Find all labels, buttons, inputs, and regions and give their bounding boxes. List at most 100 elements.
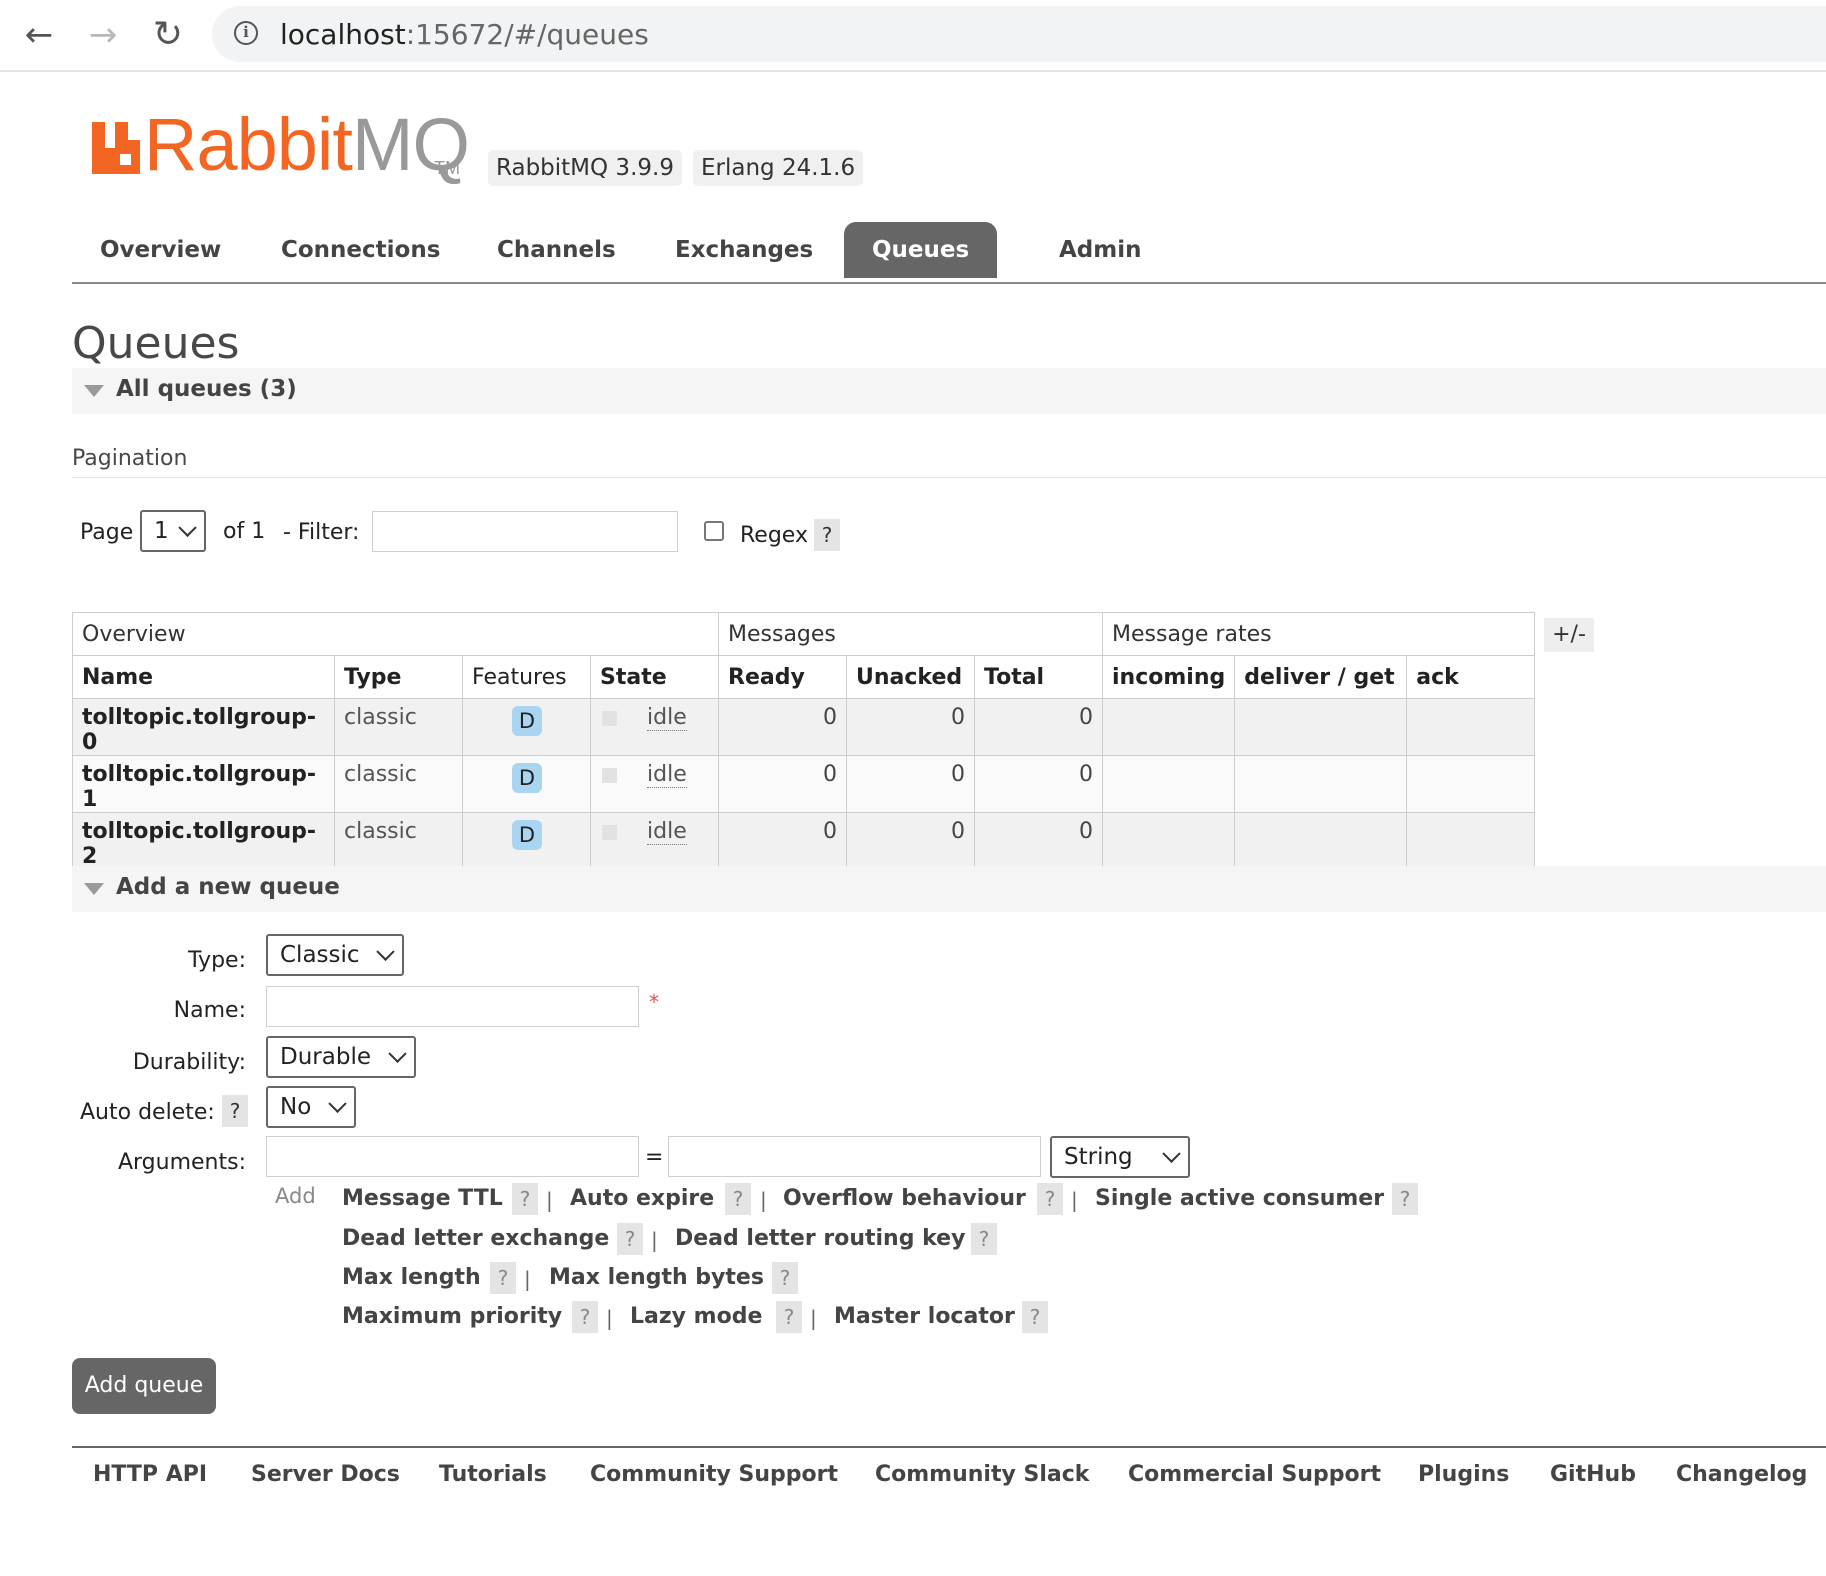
arg-single-active-consumer-link[interactable]: Single active consumer: [1095, 1186, 1384, 1211]
auto-delete-label: Auto delete:: [80, 1100, 215, 1125]
column-header-total[interactable]: Total: [974, 655, 1103, 699]
table-group-header-row: Overview Messages Message rates: [72, 612, 1536, 656]
queue-type: classic: [334, 812, 463, 870]
incoming-rate: [1101, 812, 1236, 870]
arg-overflow-behaviour-link[interactable]: Overflow behaviour: [783, 1186, 1026, 1211]
filter-input[interactable]: [372, 511, 678, 552]
all-queues-section-toggle[interactable]: All queues (3): [72, 368, 1826, 414]
footer-link-github[interactable]: GitHub: [1550, 1462, 1636, 1487]
column-header-type[interactable]: Type: [334, 655, 463, 699]
type-label: Type:: [188, 948, 246, 973]
arg-message-ttl-link[interactable]: Message TTL: [342, 1186, 503, 1211]
lazy-mode-help-button[interactable]: ?: [776, 1301, 802, 1333]
back-arrow-icon[interactable]: ←: [16, 12, 62, 58]
unacked-count: 0: [846, 812, 975, 870]
tab-queues[interactable]: Queues: [844, 222, 998, 278]
info-icon[interactable]: i: [234, 21, 258, 45]
chevron-down-icon: [328, 1094, 347, 1113]
total-count: 0: [974, 755, 1103, 813]
column-header-state[interactable]: State: [590, 655, 719, 699]
queue-state: idle: [590, 698, 719, 756]
durability-select[interactable]: Durable: [266, 1036, 416, 1078]
logo-trademark: TM: [434, 158, 460, 178]
collapse-triangle-icon: [84, 385, 104, 397]
tab-overview[interactable]: Overview: [72, 222, 249, 278]
table-row[interactable]: tolltopic.tollgroup-2 classic D idle 0 0…: [72, 812, 1536, 870]
max-length-bytes-help-button[interactable]: ?: [772, 1262, 798, 1294]
column-header-name[interactable]: Name: [72, 655, 335, 699]
page-select[interactable]: 1: [140, 510, 206, 552]
auto-delete-help-button[interactable]: ?: [222, 1095, 248, 1127]
durability-label: Durability:: [132, 1050, 246, 1075]
forward-arrow-icon[interactable]: →: [80, 12, 126, 58]
column-header-ack[interactable]: ack: [1406, 655, 1536, 699]
deliver-get-rate: [1234, 755, 1408, 813]
arg-maximum-priority-link[interactable]: Maximum priority: [342, 1304, 562, 1329]
ready-count: 0: [718, 755, 847, 813]
queue-name-link[interactable]: tolltopic.tollgroup-1: [72, 755, 335, 813]
separator: |: [651, 1228, 658, 1252]
arg-master-locator-link[interactable]: Master locator: [834, 1304, 1015, 1329]
queue-name-link[interactable]: tolltopic.tollgroup-2: [72, 812, 335, 870]
message-ttl-help-button[interactable]: ?: [512, 1183, 538, 1215]
page-select-value: 1: [154, 518, 169, 544]
browser-toolbar: ← → ↻ i localhost:15672/#/queues: [0, 0, 1826, 72]
footer-link-community-slack[interactable]: Community Slack: [875, 1462, 1089, 1487]
footer-link-tutorials[interactable]: Tutorials: [439, 1462, 547, 1487]
regex-help-button[interactable]: ?: [814, 519, 840, 551]
tab-channels[interactable]: Channels: [469, 222, 644, 278]
argument-key-input[interactable]: [266, 1136, 639, 1177]
reload-icon[interactable]: ↻: [145, 12, 191, 58]
argument-type-select[interactable]: String: [1050, 1136, 1190, 1178]
add-queue-button[interactable]: Add queue: [72, 1358, 216, 1414]
rabbitmq-version-badge: RabbitMQ 3.9.9: [488, 150, 682, 186]
regex-checkbox[interactable]: [704, 521, 724, 541]
auto-delete-select[interactable]: No: [266, 1086, 356, 1128]
auto-expire-help-button[interactable]: ?: [725, 1183, 751, 1215]
queue-name-input[interactable]: [266, 986, 639, 1027]
overflow-behaviour-help-button[interactable]: ?: [1037, 1183, 1063, 1215]
arg-lazy-mode-link[interactable]: Lazy mode: [630, 1304, 762, 1329]
column-header-unacked[interactable]: Unacked: [846, 655, 975, 699]
arg-max-length-link[interactable]: Max length: [342, 1265, 481, 1290]
durability-value: Durable: [280, 1044, 371, 1070]
ack-rate: [1406, 812, 1536, 870]
single-active-consumer-help-button[interactable]: ?: [1392, 1183, 1418, 1215]
url-path: :15672/#/queues: [405, 18, 649, 51]
table-row[interactable]: tolltopic.tollgroup-0 classic D idle 0 0…: [72, 698, 1536, 756]
maximum-priority-help-button[interactable]: ?: [572, 1301, 598, 1333]
column-header-ready[interactable]: Ready: [718, 655, 847, 699]
arg-max-length-bytes-link[interactable]: Max length bytes: [549, 1265, 764, 1290]
erlang-version-badge: Erlang 24.1.6: [693, 150, 864, 186]
footer-link-community-support[interactable]: Community Support: [590, 1462, 838, 1487]
queue-name-link[interactable]: tolltopic.tollgroup-0: [72, 698, 335, 756]
argument-value-input[interactable]: [668, 1136, 1041, 1177]
max-length-help-button[interactable]: ?: [490, 1262, 516, 1294]
tab-connections[interactable]: Connections: [253, 222, 468, 278]
address-bar[interactable]: i localhost:15672/#/queues: [212, 6, 1826, 62]
queue-type-select[interactable]: Classic: [266, 934, 404, 976]
footer-link-plugins[interactable]: Plugins: [1418, 1462, 1509, 1487]
arg-dead-letter-exchange-link[interactable]: Dead letter exchange: [342, 1226, 609, 1251]
durable-feature-badge: D: [512, 820, 542, 850]
column-header-incoming[interactable]: incoming: [1101, 655, 1236, 699]
master-locator-help-button[interactable]: ?: [1022, 1301, 1048, 1333]
footer-link-commercial-support[interactable]: Commercial Support: [1128, 1462, 1381, 1487]
arg-dead-letter-routing-key-link[interactable]: Dead letter routing key: [675, 1226, 965, 1251]
chevron-down-icon: [388, 1044, 407, 1063]
dead-letter-exchange-help-button[interactable]: ?: [617, 1223, 643, 1255]
table-row[interactable]: tolltopic.tollgroup-1 classic D idle 0 0…: [72, 755, 1536, 813]
arg-auto-expire-link[interactable]: Auto expire: [570, 1186, 714, 1211]
column-header-features[interactable]: Features: [462, 655, 591, 699]
tab-admin[interactable]: Admin: [1031, 222, 1170, 278]
footer-link-server-docs[interactable]: Server Docs: [251, 1462, 400, 1487]
dead-letter-routing-key-help-button[interactable]: ?: [971, 1223, 997, 1255]
column-header-deliver-get[interactable]: deliver / get: [1234, 655, 1408, 699]
add-queue-section-toggle[interactable]: Add a new queue: [72, 866, 1826, 912]
rabbitmq-logo-icon: [92, 122, 140, 174]
pagination-divider: [72, 477, 1826, 478]
columns-toggle-button[interactable]: +/-: [1544, 618, 1594, 652]
tab-exchanges[interactable]: Exchanges: [647, 222, 841, 278]
footer-link-http-api[interactable]: HTTP API: [93, 1462, 207, 1487]
footer-link-changelog[interactable]: Changelog: [1676, 1462, 1807, 1487]
